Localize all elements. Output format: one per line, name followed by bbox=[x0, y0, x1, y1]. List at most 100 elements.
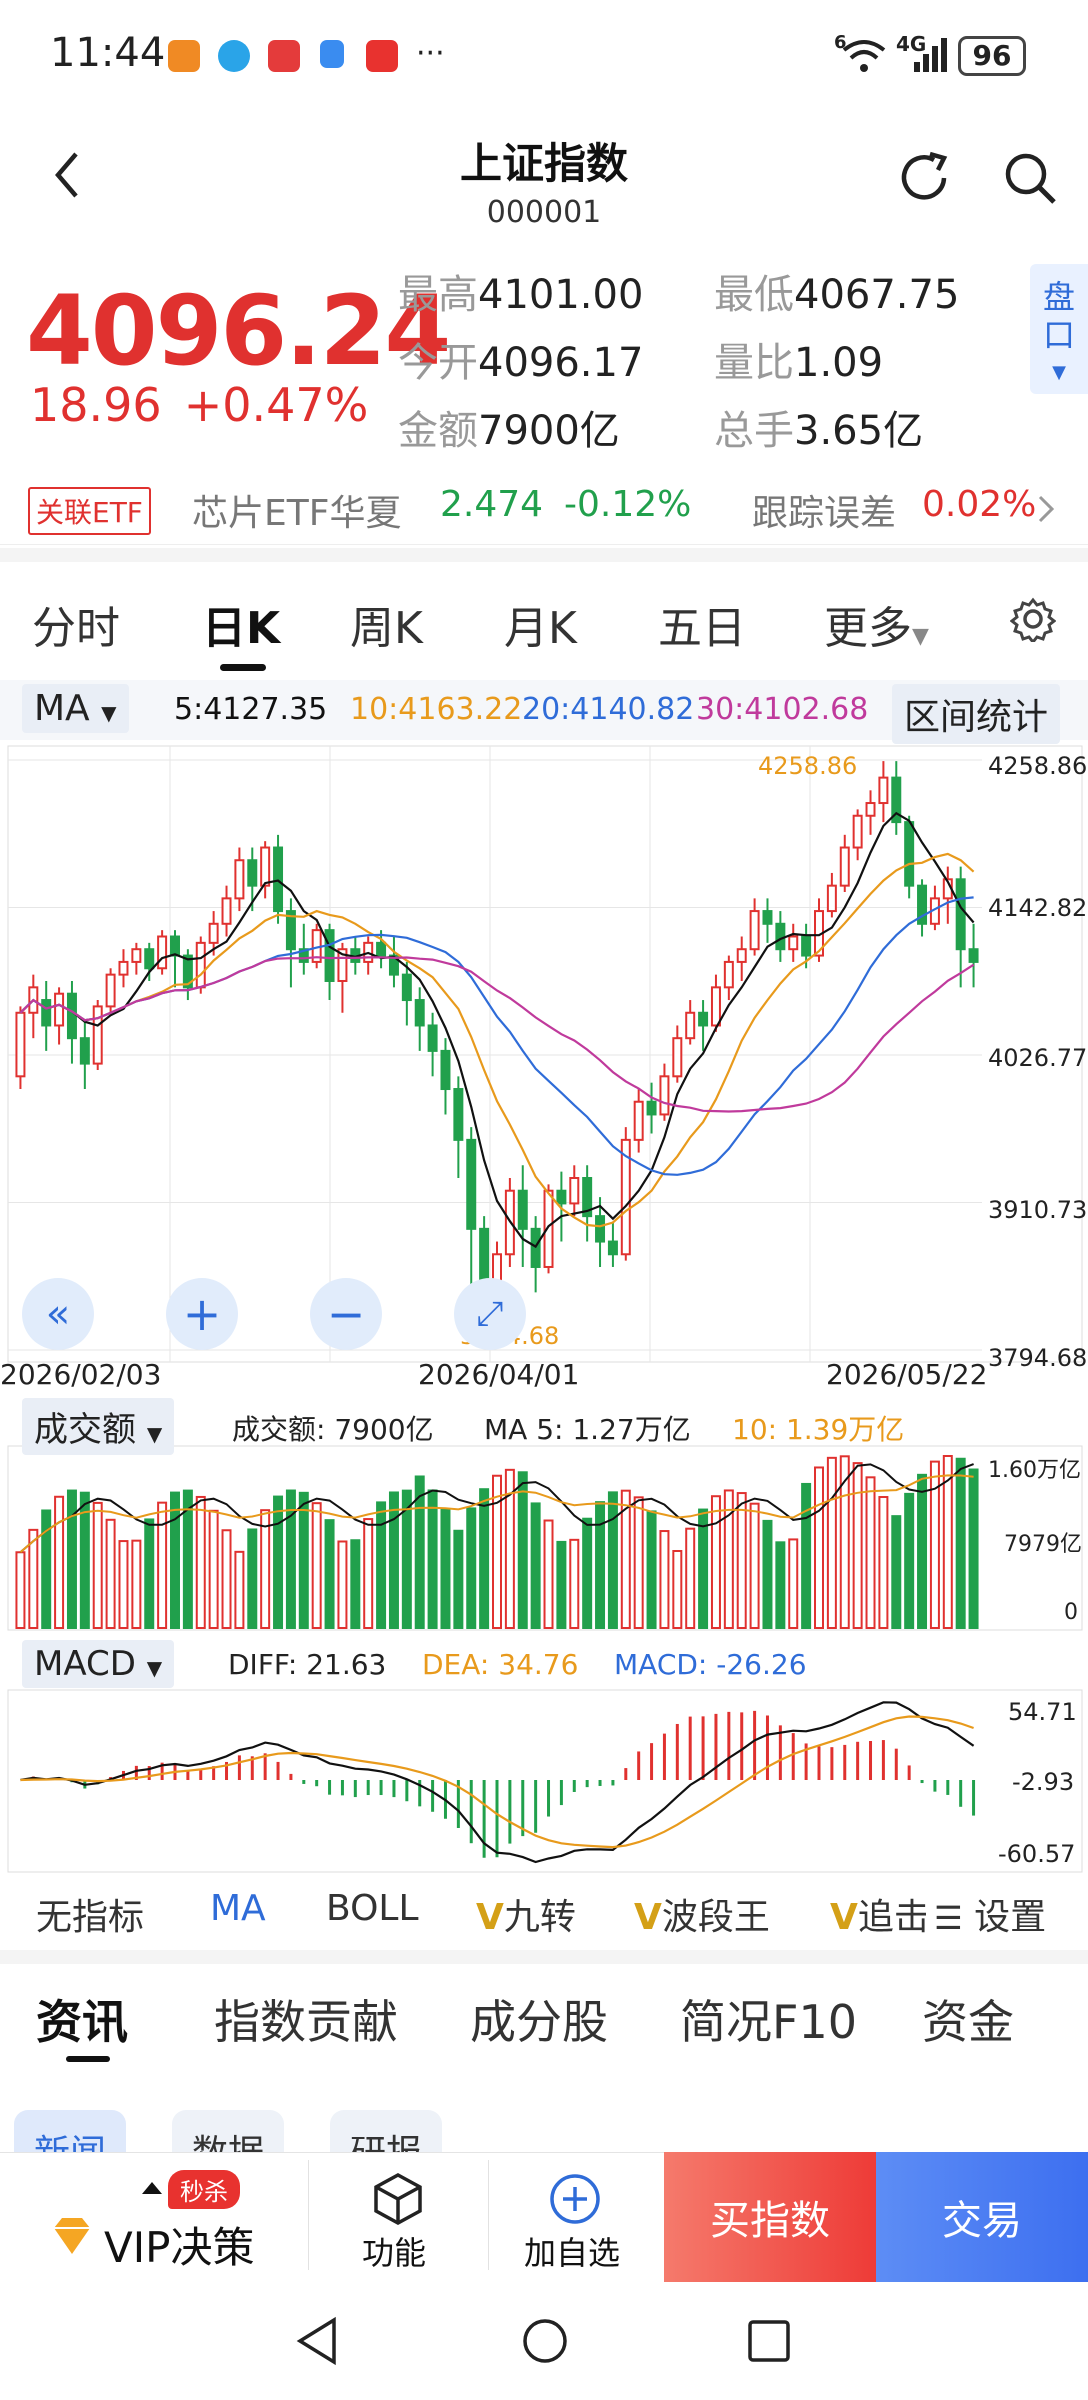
add-watchlist-button[interactable]: 加自选 bbox=[524, 2228, 620, 2274]
tab-monthly-k[interactable]: 月K bbox=[504, 592, 577, 656]
candle-body bbox=[427, 1024, 438, 1052]
candle-body bbox=[607, 1240, 618, 1256]
tab-daily-k[interactable]: 日K bbox=[202, 592, 280, 656]
gear-icon[interactable] bbox=[1010, 596, 1056, 642]
candle-body bbox=[324, 929, 335, 982]
candle-body bbox=[710, 986, 721, 1027]
indicator-ma[interactable]: MA bbox=[210, 1888, 266, 1929]
indicator-none[interactable]: 无指标 bbox=[36, 1888, 144, 1940]
candle-body bbox=[92, 1005, 103, 1065]
volume-bar bbox=[968, 1468, 979, 1629]
tab-more[interactable]: 更多▼ bbox=[824, 592, 929, 656]
candle-body bbox=[41, 999, 52, 1027]
volume-bar bbox=[221, 1529, 232, 1630]
range-stats-button[interactable]: 区间统计 bbox=[892, 684, 1061, 744]
volume-bar bbox=[131, 1539, 142, 1629]
scroll-left-icon[interactable]: « bbox=[22, 1278, 94, 1350]
volume-bar bbox=[260, 1509, 271, 1630]
volume-bar bbox=[350, 1539, 361, 1630]
candle-body bbox=[968, 948, 979, 963]
volume-bar bbox=[157, 1501, 168, 1630]
fullscreen-icon[interactable]: ⤢ bbox=[454, 1278, 526, 1350]
volume-bar bbox=[814, 1466, 824, 1629]
volume-bar bbox=[376, 1501, 387, 1630]
nav-recents-icon[interactable] bbox=[746, 2318, 792, 2364]
ma-select[interactable]: MA ▼ bbox=[22, 684, 129, 733]
kline-chart-area[interactable] bbox=[0, 740, 1088, 1880]
volume-bar bbox=[273, 1495, 284, 1630]
refresh-icon[interactable] bbox=[896, 148, 956, 208]
indicator-zhuiji[interactable]: V追击 bbox=[830, 1888, 926, 1940]
tab-news-info[interactable]: 资讯 bbox=[36, 1986, 128, 2052]
candle-body bbox=[247, 859, 258, 887]
zoom-in-icon[interactable]: + bbox=[166, 1278, 238, 1350]
trade-button[interactable]: 交易 bbox=[876, 2152, 1088, 2282]
etf-name: 芯片ETF华夏 bbox=[192, 493, 402, 534]
macd-select[interactable]: MACD ▼ bbox=[22, 1640, 175, 1688]
volume-bar bbox=[170, 1491, 180, 1630]
indicator-jiuzhuan[interactable]: V九转 bbox=[476, 1888, 576, 1940]
nav-back-icon[interactable] bbox=[294, 2316, 340, 2366]
volume-bar bbox=[453, 1529, 464, 1629]
volume-bar bbox=[517, 1471, 528, 1630]
nav-home-icon[interactable] bbox=[520, 2316, 570, 2366]
volume-bar bbox=[826, 1456, 837, 1629]
indicator-boll[interactable]: BOLL bbox=[326, 1888, 419, 1929]
etf-percent: -0.12% bbox=[564, 484, 692, 525]
price-tick: 4142.82 bbox=[988, 894, 1088, 922]
search-icon[interactable] bbox=[1000, 148, 1060, 208]
volume-ma10: 10: 1.39万亿 bbox=[732, 1413, 905, 1446]
volume-bar bbox=[749, 1502, 760, 1629]
tab-capital[interactable]: 资金 bbox=[922, 1986, 1014, 2052]
volume-bar bbox=[247, 1528, 258, 1629]
back-icon[interactable] bbox=[52, 150, 82, 200]
candle-body bbox=[260, 846, 271, 887]
tab-weekly-k[interactable]: 周K bbox=[350, 592, 423, 656]
zoom-out-icon[interactable]: − bbox=[310, 1278, 382, 1350]
volume-bar bbox=[118, 1540, 129, 1630]
volume-bar bbox=[66, 1489, 77, 1630]
candle-body bbox=[15, 1011, 26, 1078]
indicator-boduanwang[interactable]: V波段王 bbox=[634, 1888, 770, 1940]
stat-high: 最高4101.00 bbox=[398, 272, 644, 318]
tab-constituents[interactable]: 成分股 bbox=[470, 1986, 608, 2052]
signal-icon bbox=[914, 38, 947, 72]
tab-index-contribution[interactable]: 指数贡献 bbox=[214, 1986, 398, 2052]
pankou-button[interactable]: 盘口 ▼ bbox=[1030, 264, 1088, 394]
volume-bar bbox=[569, 1538, 580, 1629]
change-value: 18.96 bbox=[30, 378, 162, 432]
stat-amount: 金额7900亿 bbox=[398, 408, 620, 454]
volume-bar bbox=[775, 1541, 786, 1629]
candle-body bbox=[788, 935, 799, 951]
volume-bar bbox=[878, 1496, 889, 1629]
tab-f10[interactable]: 简况F10 bbox=[680, 1986, 857, 2052]
indicator-settings[interactable]: ☰ 设置 bbox=[934, 1888, 1047, 1940]
candle-body bbox=[775, 922, 786, 951]
tab-five-day[interactable]: 五日 bbox=[658, 592, 746, 656]
candle-body bbox=[852, 814, 863, 849]
candle-body bbox=[170, 935, 180, 957]
candle-body bbox=[234, 859, 245, 900]
volume-bar bbox=[607, 1491, 618, 1630]
function-button[interactable]: 功能 bbox=[362, 2228, 426, 2274]
macd-value: MACD: -26.26 bbox=[614, 1648, 807, 1681]
candle-body bbox=[195, 941, 206, 989]
volume-bar bbox=[15, 1551, 26, 1630]
cube-icon bbox=[374, 2173, 422, 2225]
buy-index-button[interactable]: 买指数 bbox=[664, 2152, 876, 2282]
volume-select[interactable]: 成交额 ▼ bbox=[22, 1398, 175, 1455]
candle-body bbox=[466, 1138, 477, 1230]
volume-bar bbox=[311, 1502, 322, 1630]
volume-bar bbox=[208, 1509, 219, 1629]
volume-bar bbox=[427, 1489, 438, 1630]
vip-decision-button[interactable]: VIP决策 bbox=[104, 2214, 254, 2275]
volume-bar bbox=[556, 1540, 567, 1629]
candle-body bbox=[208, 922, 219, 944]
chevron-down-icon: ▼ bbox=[146, 1656, 163, 1680]
tab-intraday[interactable]: 分时 bbox=[32, 592, 120, 656]
ma30-value: 30:4102.68 bbox=[696, 692, 869, 727]
ma20-value: 20:4140.82 bbox=[522, 692, 695, 727]
etf-price: 2.474 bbox=[440, 484, 544, 525]
volume-tick: 7979亿 bbox=[1004, 1532, 1082, 1557]
triangle-up-icon bbox=[142, 2182, 162, 2194]
